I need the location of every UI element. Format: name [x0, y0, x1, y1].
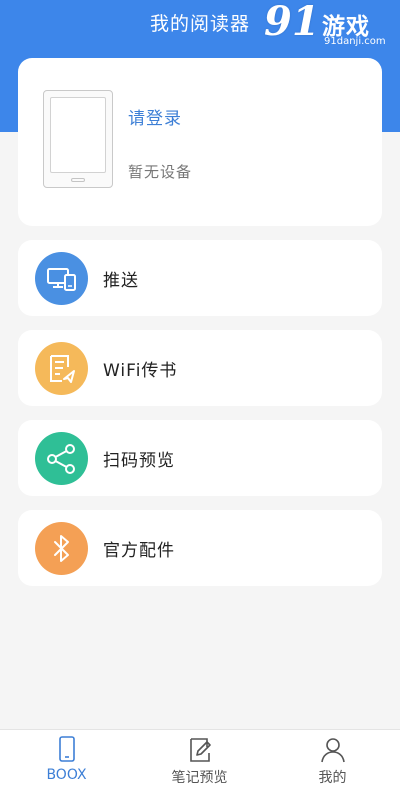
- app-screen: 我的阅读器 91 游戏 91danji.com 请登录 暂无设备 推送 WiFi…: [0, 0, 400, 789]
- device-card: 请登录 暂无设备: [18, 58, 382, 226]
- watermark-mark: 91: [264, 0, 320, 45]
- ereader-device-icon: [43, 90, 113, 188]
- wifi-transfer-note-icon: [35, 342, 88, 395]
- bluetooth-icon: [35, 522, 88, 575]
- menu-item-label: WiFi传书: [103, 361, 178, 381]
- menu-item-label: 官方配件: [103, 541, 175, 561]
- menu-item-official-accessories[interactable]: 官方配件: [18, 510, 382, 586]
- tab-mine[interactable]: 我的: [266, 730, 399, 789]
- tab-label: 我的: [318, 770, 347, 786]
- menu-item-push[interactable]: 推送: [18, 240, 382, 316]
- watermark-logo: 91 游戏 91danji.com: [264, 0, 394, 54]
- menu-item-scan-preview[interactable]: 扫码预览: [18, 420, 382, 496]
- share-icon: [35, 432, 88, 485]
- menu-item-wifi-transfer[interactable]: WiFi传书: [18, 330, 382, 406]
- menu-item-label: 推送: [103, 271, 139, 291]
- tab-note-preview[interactable]: 笔记预览: [133, 730, 266, 789]
- device-button: [71, 178, 85, 182]
- login-link[interactable]: 请登录: [128, 104, 182, 129]
- tablet-icon: [59, 736, 75, 762]
- device-screen: [50, 97, 106, 173]
- watermark-domain: 91danji.com: [324, 36, 386, 47]
- bottom-tab-bar: BOOX 笔记预览 我的: [0, 729, 400, 789]
- note-pen-icon: [190, 738, 211, 762]
- tab-boox[interactable]: BOOX: [0, 730, 133, 789]
- devices-push-icon: [35, 252, 88, 305]
- tab-label: 笔记预览: [171, 770, 228, 786]
- device-status: 暂无设备: [128, 163, 193, 181]
- tab-label: BOOX: [46, 767, 87, 783]
- user-icon: [321, 738, 345, 763]
- menu-item-label: 扫码预览: [103, 451, 175, 471]
